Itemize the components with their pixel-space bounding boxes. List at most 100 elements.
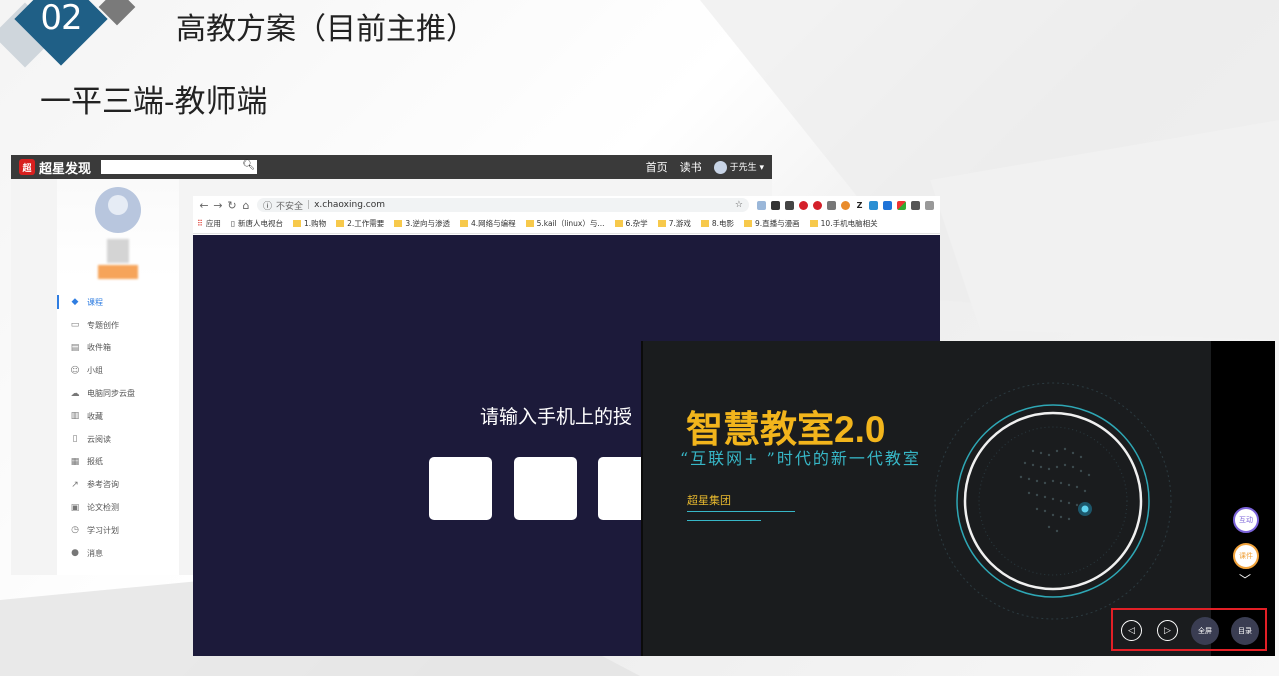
extensions-bar: Z [757,200,934,210]
section-number: 02 [40,0,82,38]
code-digit-box[interactable] [429,457,492,520]
avatar [713,161,727,174]
sidebar-menu: ◆ 课程 ▭ 专题创作 ▤ 收件箱 ☺ 小组 ☁ 电脑同步云盘 ▥ 收藏 ▯ 云阅读 ▦ 报纸 … [57,291,179,565]
bookmark-item[interactable]: ▯ 新唐人电视台 [231,218,283,229]
sidebar-item-plan[interactable]: ◷ 学习计划 [57,519,179,542]
inbox-icon: ▤ [70,342,80,353]
bookmarks-bar: ⠿ 应用 ▯ 新唐人电视台 1.购物 2.工作需要 3.逆向与渗透 4.网络与编程 … [193,214,940,234]
newspaper-icon: ▦ [70,456,80,467]
sidebar-item-bookmark[interactable]: ▥ 收藏 [57,405,179,428]
classroom-screenshot: 智慧教室2.0 “互联网+ ”时代的新一代教室 超星集团 互动 课件 ﹀ ◁ ▷… [641,341,1275,656]
back-icon[interactable]: ← [197,199,211,212]
topic-icon: ▭ [70,320,80,331]
bookmark-folder[interactable]: 8.电影 [700,218,734,229]
info-icon[interactable]: ⓘ [263,199,272,212]
folder-icon [657,220,666,227]
extension-icon[interactable] [897,200,906,210]
nav-reading-link[interactable]: 读书 [680,159,702,175]
url-divider: | [307,200,311,210]
divider [687,511,795,512]
insecure-label: 不安全 [276,201,304,212]
forward-icon[interactable]: → [211,199,225,212]
extension-icon[interactable] [827,200,836,210]
cloud-icon: ☁ [70,388,80,399]
reload-icon[interactable]: ↻ [225,199,239,212]
folder-icon [614,220,623,227]
bookmark-apps[interactable]: ⠿ 应用 [197,218,221,229]
home-icon[interactable]: ⌂ [239,199,253,212]
portal-sidebar: ◆ 课程 ▭ 专题创作 ▤ 收件箱 ☺ 小组 ☁ 电脑同步云盘 ▥ 收藏 ▯ 云阅读 ▦ 报纸 … [57,179,179,575]
sidebar-item-message[interactable]: ● 消息 [57,542,179,565]
globe-graphic [934,382,1172,620]
extension-icon[interactable] [883,200,892,210]
sidebar-item-topic[interactable]: ▭ 专题创作 [57,314,179,337]
divider [687,520,761,521]
address-bar: ← → ↻ ⌂ ⓘ 不安全 | x.chaoxing.com ☆ Z [193,196,940,214]
sidebar-item-newspaper[interactable]: ▦ 报纸 [57,451,179,474]
sidebar-item-reading[interactable]: ▯ 云阅读 [57,428,179,451]
search-icon[interactable]: 🔍︎ [242,160,255,171]
toc-button[interactable]: 目录 [1231,617,1259,645]
next-icon[interactable]: ▷ [1157,620,1178,641]
bookmark-folder[interactable]: 9.直播与漫画 [744,218,800,229]
blurred-name [107,239,129,263]
slide-title: 高教方案（目前主推） [176,12,476,47]
extension-icon[interactable] [785,200,794,210]
extension-icon[interactable] [869,200,878,210]
user-menu[interactable]: 于先生 ▾ [713,160,764,174]
folder-icon [809,220,818,227]
portal-nav: 首页 读书 于先生 ▾ [646,159,764,175]
profile-card [57,179,179,279]
fullscreen-button[interactable]: 全屏 [1191,617,1219,645]
star-icon[interactable]: ☆ [735,200,743,210]
url-text: x.chaoxing.com [314,200,385,210]
extension-icon[interactable] [757,200,766,210]
sidebar-item-group[interactable]: ☺ 小组 [57,359,179,382]
classroom-group: 超星集团 [687,494,731,507]
bookmark-folder[interactable]: 3.逆向与渗透 [394,218,450,229]
blurred-info [98,265,138,279]
prev-icon[interactable]: ◁ [1121,620,1142,641]
sidebar-item-course[interactable]: ◆ 课程 [57,291,179,314]
folder-icon [700,220,709,227]
chevron-down-icon[interactable]: ﹀ [1239,571,1251,588]
extension-icon[interactable] [799,200,808,210]
folder-icon [525,220,534,227]
portal-topbar: 超 超星发现 🔍︎ 首页 读书 于先生 ▾ [11,155,772,179]
courseware-button[interactable]: 课件 [1233,543,1259,569]
chevron-down-icon: ▾ [759,163,764,173]
extension-icon[interactable] [925,200,934,210]
sidebar-item-consult[interactable]: ↗ 参考咨询 [57,473,179,496]
sidebar-item-inbox[interactable]: ▤ 收件箱 [57,337,179,360]
bookmark-folder[interactable]: 5.kail（linux）与... [525,218,605,229]
interact-button[interactable]: 互动 [1233,507,1259,533]
user-name: 于先生 [729,163,757,173]
bookmark-folder[interactable]: 10.手机电脑相关 [809,218,878,229]
bookmark-folder[interactable]: 2.工作需要 [336,218,384,229]
portal-logo-text: 超星发现 [39,161,92,177]
bookmark-folder[interactable]: 4.网络与编程 [459,218,516,229]
portal-search-input[interactable]: 🔍︎ [101,160,258,174]
sidebar-item-paper-check[interactable]: ▣ 论文检测 [57,496,179,519]
bookmark-folder[interactable]: 7.游戏 [657,218,691,229]
classroom-subtitle: “互联网+ ”时代的新一代教室 [680,449,921,468]
code-digit-box[interactable] [514,457,577,520]
extension-icon[interactable] [813,200,822,210]
bookmark-folder[interactable]: 6.杂学 [614,218,648,229]
avatar[interactable] [95,187,141,233]
bookmark-icon: ▥ [70,411,80,422]
reading-icon: ▯ [72,434,78,445]
folder-icon [459,220,468,227]
extension-icon[interactable]: Z [855,200,864,210]
url-input[interactable]: ⓘ 不安全 | x.chaoxing.com ☆ [257,198,749,212]
extension-icon[interactable] [841,200,850,210]
extension-icon[interactable] [911,200,920,210]
sidebar-item-cloud[interactable]: ☁ 电脑同步云盘 [57,382,179,405]
bookmark-folder[interactable]: 1.购物 [293,218,326,229]
nav-home-link[interactable]: 首页 [646,159,668,175]
chaoxing-logo-icon: 超 [19,159,35,175]
paper-check-icon: ▣ [70,502,80,513]
extension-icon[interactable] [771,200,780,210]
folder-icon [394,220,403,227]
group-icon: ☺ [70,365,80,376]
